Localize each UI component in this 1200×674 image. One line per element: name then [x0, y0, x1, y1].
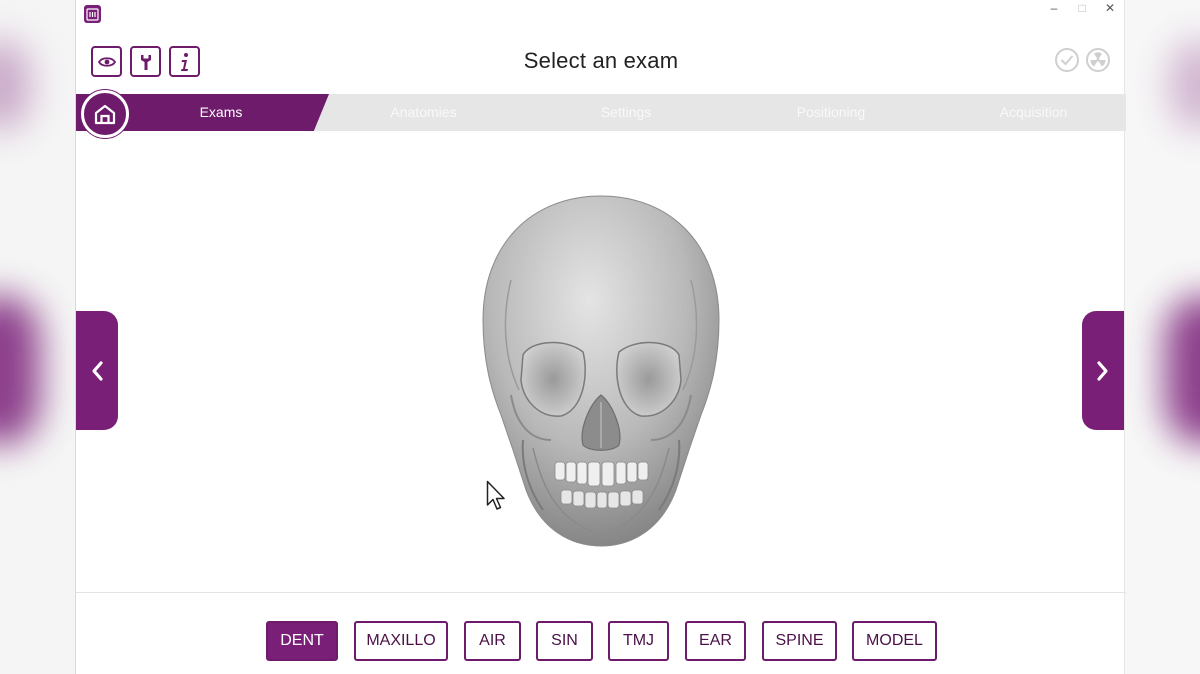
exam-ear-button[interactable]: EAR [685, 621, 746, 661]
exam-air-button[interactable]: AIR [464, 621, 521, 661]
step-settings[interactable]: Settings [566, 94, 686, 131]
exam-tmj-button[interactable]: TMJ [608, 621, 669, 661]
previous-model-button[interactable] [76, 311, 118, 430]
blurred-backdrop-left [0, 0, 75, 674]
mouse-cursor [486, 480, 505, 510]
exam-maxillo-button[interactable]: MAXILLO [354, 621, 448, 661]
step-acquisition[interactable]: Acquisition [971, 94, 1096, 131]
exam-dent-button[interactable]: DENT [266, 621, 338, 661]
skull-3d-viewer[interactable] [471, 190, 731, 555]
blurred-backdrop-right [1125, 0, 1200, 674]
step-positioning[interactable]: Positioning [766, 94, 896, 131]
chevron-left-icon [92, 360, 103, 381]
page-title: Select an exam [523, 48, 679, 73]
skull-model [482, 195, 720, 547]
close-button[interactable]: ✕ [1096, 0, 1124, 18]
app-window: – □ ✕ Select an exam Exams Anatomies Set… [75, 0, 1126, 674]
minimize-button[interactable]: – [1040, 0, 1068, 18]
step-anatomies[interactable]: Anatomies [361, 94, 486, 131]
maximize-button[interactable]: □ [1068, 0, 1096, 18]
divider [76, 592, 1126, 593]
radiation-icon [1086, 48, 1110, 72]
home-icon [94, 104, 116, 125]
exam-sin-button[interactable]: SIN [536, 621, 593, 661]
exam-model-button[interactable]: MODEL [852, 621, 937, 661]
screen: – □ ✕ Select an exam Exams Anatomies Set… [0, 0, 1200, 674]
title-bar: – □ ✕ [76, 0, 1126, 30]
app-logo-icon [84, 5, 101, 23]
step-exams[interactable]: Exams [156, 94, 286, 131]
check-circle-icon [1055, 48, 1079, 72]
chevron-right-icon [1097, 360, 1108, 381]
home-button[interactable] [81, 90, 129, 138]
workflow-steps-bar: Exams Anatomies Settings Positioning Acq… [76, 94, 1126, 131]
next-model-button[interactable] [1082, 311, 1124, 430]
exam-spine-button[interactable]: SPINE [762, 621, 837, 661]
